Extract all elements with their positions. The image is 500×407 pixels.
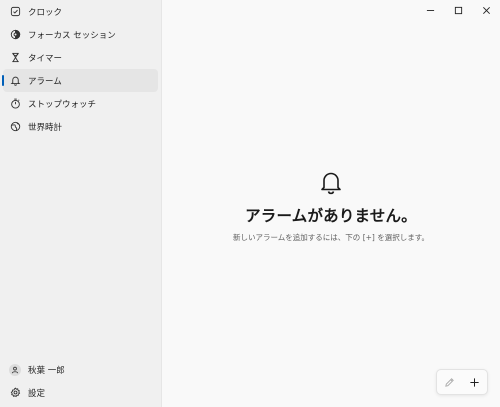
empty-state: アラームがありません。 新しいアラームを追加するには、下の [+] を選択します… xyxy=(162,168,500,243)
sidebar-item-label: アラーム xyxy=(28,76,62,87)
sidebar-item-focus-session[interactable]: フォーカス セッション xyxy=(3,23,158,46)
main-content: アラームがありません。 新しいアラームを追加するには、下の [+] を選択します… xyxy=(162,0,500,407)
sidebar-item-label: 設定 xyxy=(28,388,46,399)
sidebar-item-stopwatch[interactable]: ストップウォッチ xyxy=(3,92,158,115)
sidebar-item-label: 世界時計 xyxy=(28,122,63,133)
sidebar-item-label: フォーカス セッション xyxy=(28,30,116,41)
sidebar-item-label: タイマー xyxy=(28,53,63,64)
bell-icon xyxy=(317,168,345,196)
sidebar-item-timer[interactable]: タイマー xyxy=(3,46,158,69)
pencil-icon xyxy=(445,377,454,387)
maximize-button[interactable] xyxy=(444,0,472,20)
minimize-icon xyxy=(426,9,434,11)
sidebar-item-world-clock[interactable]: 世界時計 xyxy=(3,115,158,138)
focus-icon xyxy=(8,28,22,42)
sidebar: クロック フォーカス セッション タイマー アラーム ストップウォッチ 世界時計… xyxy=(0,0,162,407)
maximize-icon xyxy=(454,6,462,14)
empty-state-subtitle: 新しいアラームを追加するには、下の [+] を選択します。 xyxy=(233,233,429,242)
sidebar-item-label: クロック xyxy=(28,7,63,18)
avatar xyxy=(8,363,22,377)
gear-icon xyxy=(8,386,22,400)
clock-check-icon xyxy=(8,5,22,19)
plus-icon xyxy=(470,377,479,387)
edit-button[interactable] xyxy=(441,373,459,391)
close-icon xyxy=(482,6,490,14)
user-icon xyxy=(9,363,21,376)
stopwatch-icon xyxy=(8,97,22,111)
sidebar-bottom: 秋葉 一郎 設定 xyxy=(0,358,161,407)
add-alarm-button[interactable] xyxy=(466,373,484,391)
user-account-item[interactable]: 秋葉 一郎 xyxy=(3,358,158,381)
sidebar-item-clock[interactable]: クロック xyxy=(3,0,158,23)
user-name: 秋葉 一郎 xyxy=(28,365,65,376)
globe-icon xyxy=(8,120,22,134)
sidebar-item-settings[interactable]: 設定 xyxy=(3,381,158,404)
clock-app-window: クロック フォーカス セッション タイマー アラーム ストップウォッチ 世界時計… xyxy=(0,0,500,407)
hourglass-icon xyxy=(8,51,22,65)
bell-icon xyxy=(8,74,22,88)
empty-state-title: アラームがありません。 xyxy=(245,207,417,225)
close-button[interactable] xyxy=(472,0,500,20)
minimize-button[interactable] xyxy=(416,0,444,20)
title-bar-controls xyxy=(416,0,500,20)
action-bar xyxy=(436,369,488,395)
sidebar-item-label: ストップウォッチ xyxy=(28,99,97,110)
sidebar-nav: クロック フォーカス セッション タイマー アラーム ストップウォッチ 世界時計 xyxy=(0,0,161,138)
sidebar-item-alarm[interactable]: アラーム xyxy=(2,69,158,92)
